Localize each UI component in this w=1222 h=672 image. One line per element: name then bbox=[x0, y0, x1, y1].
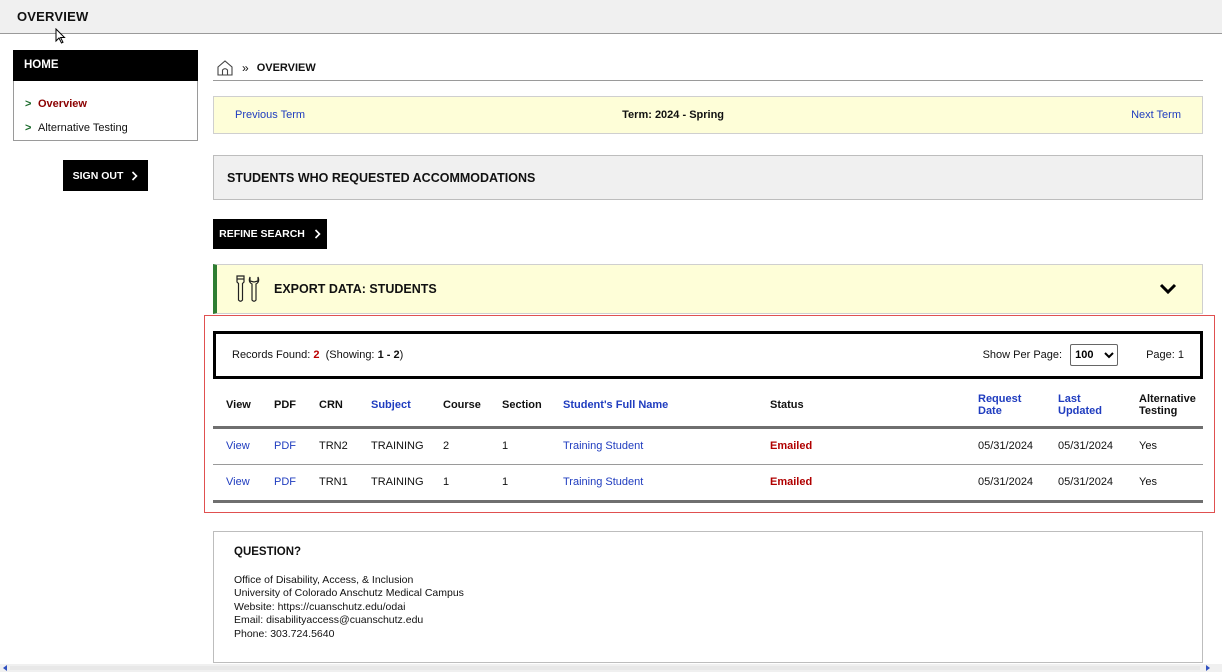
records-showing-range: 1 - 2 bbox=[377, 349, 400, 361]
course-cell: 1 bbox=[430, 464, 489, 503]
column-header-subject[interactable]: Subject bbox=[358, 385, 430, 429]
table-row: View PDF TRN2 TRAINING 2 1 Training Stud… bbox=[213, 427, 1203, 465]
mouse-cursor-icon bbox=[55, 28, 66, 44]
section-cell: 1 bbox=[489, 427, 550, 465]
current-term: Term: 2024 - Spring bbox=[622, 109, 725, 121]
refine-search-label: REFINE SEARCH bbox=[219, 228, 305, 240]
sidebar-nav: > Overview > Alternative Testing bbox=[13, 81, 198, 141]
term-navigation: Previous Term Term: 2024 - Spring Next T… bbox=[213, 96, 1203, 134]
status-cell: Emailed bbox=[757, 464, 965, 503]
request-date-cell: 05/31/2024 bbox=[965, 464, 1045, 503]
chevron-right-icon bbox=[314, 229, 321, 239]
tools-icon bbox=[236, 275, 260, 302]
refine-search-button[interactable]: REFINE SEARCH bbox=[213, 219, 327, 249]
per-page-label: Show Per Page: bbox=[982, 349, 1063, 361]
sign-out-button[interactable]: SIGN OUT bbox=[63, 160, 148, 191]
last-updated-cell: 05/31/2024 bbox=[1045, 427, 1126, 465]
sidebar-item-alternative-testing[interactable]: > Alternative Testing bbox=[14, 116, 197, 140]
subject-cell: TRAINING bbox=[358, 427, 430, 465]
status-cell: Emailed bbox=[757, 427, 965, 465]
export-data-label: EXPORT DATA: STUDENTS bbox=[274, 282, 437, 296]
per-page-select[interactable]: 100 bbox=[1070, 344, 1119, 366]
sidebar-item-label: Alternative Testing bbox=[38, 122, 128, 134]
results-table: View PDF CRN Subject Course Section Stud… bbox=[213, 385, 1203, 503]
chevron-right-icon bbox=[132, 170, 139, 181]
contact-office: Office of Disability, Access, & Inclusio… bbox=[234, 574, 414, 586]
crn-cell: TRN1 bbox=[306, 464, 358, 503]
records-summary: Records Found: 2 (Showing: 1 - 2) Show P… bbox=[213, 331, 1203, 379]
last-updated-cell: 05/31/2024 bbox=[1045, 464, 1126, 503]
alternative-testing-cell: Yes bbox=[1126, 427, 1203, 465]
scrollbar-thumb[interactable] bbox=[10, 666, 1200, 670]
chevron-right-icon: > bbox=[25, 122, 32, 134]
table-header-row: View PDF CRN Subject Course Section Stud… bbox=[213, 385, 1203, 429]
window-title: OVERVIEW bbox=[17, 9, 89, 24]
column-header-view: View bbox=[213, 385, 261, 429]
page-indicator: Page: 1 bbox=[1146, 349, 1184, 361]
column-header-last-updated[interactable]: Last Updated bbox=[1045, 385, 1126, 429]
section-title: STUDENTS WHO REQUESTED ACCOMMODATIONS bbox=[213, 155, 1203, 200]
contact-panel: QUESTION? Office of Disability, Access, … bbox=[213, 531, 1203, 663]
contact-email: Email: disabilityaccess@cuanschutz.edu bbox=[234, 614, 424, 627]
view-link[interactable]: View bbox=[213, 427, 261, 465]
column-header-section: Section bbox=[489, 385, 550, 429]
scroll-left-arrow-icon[interactable] bbox=[3, 665, 7, 671]
student-name-link[interactable]: Training Student bbox=[550, 427, 757, 465]
view-link[interactable]: View bbox=[213, 464, 261, 503]
contact-campus: University of Colorado Anschutz Medical … bbox=[234, 587, 464, 600]
next-term-link[interactable]: Next Term bbox=[1131, 109, 1181, 121]
home-icon[interactable] bbox=[216, 59, 234, 77]
crn-cell: TRN2 bbox=[306, 427, 358, 465]
course-cell: 2 bbox=[430, 427, 489, 465]
sign-out-label: SIGN OUT bbox=[72, 169, 124, 182]
horizontal-scrollbar[interactable] bbox=[0, 664, 1222, 672]
column-header-alternative-testing: Alternative Testing bbox=[1126, 385, 1203, 429]
breadcrumb-current: OVERVIEW bbox=[256, 61, 316, 74]
subject-cell: TRAINING bbox=[358, 464, 430, 503]
chevron-right-icon: > bbox=[25, 98, 32, 110]
sidebar-home-header[interactable]: HOME bbox=[13, 50, 198, 81]
records-found: Records Found: 2 (Showing: 1 - 2) bbox=[232, 349, 404, 361]
contact-heading: QUESTION? bbox=[234, 546, 302, 558]
contact-website: Website: https://cuanschutz.edu/odai bbox=[234, 600, 406, 613]
column-header-course: Course bbox=[430, 385, 489, 429]
student-name-link[interactable]: Training Student bbox=[550, 464, 757, 503]
title-bar: OVERVIEW bbox=[0, 0, 1222, 34]
alternative-testing-cell: Yes bbox=[1126, 464, 1203, 503]
chevron-down-icon[interactable] bbox=[1158, 282, 1178, 296]
column-header-student-name[interactable]: Student's Full Name bbox=[550, 385, 757, 429]
export-data-panel[interactable]: EXPORT DATA: STUDENTS bbox=[213, 264, 1203, 314]
breadcrumb-separator: » bbox=[242, 60, 249, 75]
contact-phone: Phone: 303.724.5640 bbox=[234, 627, 335, 640]
column-header-pdf: PDF bbox=[261, 385, 306, 429]
column-header-status: Status bbox=[757, 385, 965, 429]
sidebar-item-overview[interactable]: > Overview bbox=[14, 92, 197, 116]
breadcrumb: » OVERVIEW bbox=[213, 55, 1203, 81]
sidebar-item-label: Overview bbox=[38, 98, 87, 110]
column-header-request-date[interactable]: Request Date bbox=[965, 385, 1045, 429]
scroll-right-arrow-icon[interactable] bbox=[1206, 665, 1210, 671]
records-count: 2 bbox=[313, 349, 320, 361]
section-cell: 1 bbox=[489, 464, 550, 503]
pdf-link[interactable]: PDF bbox=[261, 427, 306, 465]
request-date-cell: 05/31/2024 bbox=[965, 427, 1045, 465]
previous-term-link[interactable]: Previous Term bbox=[235, 109, 305, 121]
table-row: View PDF TRN1 TRAINING 1 1 Training Stud… bbox=[213, 464, 1203, 503]
column-header-crn: CRN bbox=[306, 385, 358, 429]
pdf-link[interactable]: PDF bbox=[261, 464, 306, 503]
